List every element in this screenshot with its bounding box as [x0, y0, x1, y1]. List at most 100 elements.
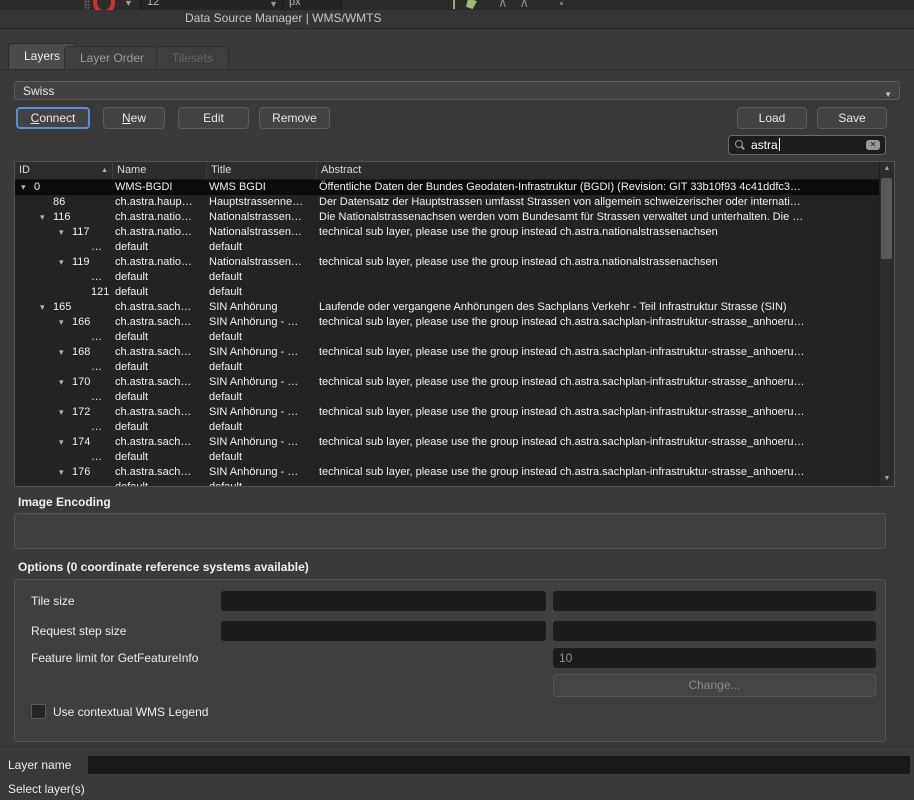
cell-id: ▾ 170	[15, 375, 113, 390]
indent-spacer	[21, 442, 59, 443]
column-header-title[interactable]: Title	[207, 162, 317, 179]
expand-arrow-icon[interactable]: ▾	[59, 225, 72, 240]
expand-arrow-icon[interactable]: ▾	[59, 255, 72, 270]
tile-height-input[interactable]	[553, 591, 876, 611]
table-row[interactable]: ▾ … default default	[15, 240, 879, 255]
layer-search-input[interactable]: astra ✕	[728, 135, 886, 155]
scroll-up-icon[interactable]: ▲	[880, 162, 894, 176]
indent-spacer	[21, 307, 40, 308]
cell-title: Nationalstrassen…	[207, 210, 317, 225]
cell-title: default	[207, 330, 317, 345]
cell-name: default	[113, 480, 207, 486]
search-icon	[735, 140, 743, 148]
cell-id-text: …	[91, 360, 102, 375]
cell-id: ▾ 0	[15, 180, 113, 195]
cell-abstract	[317, 360, 879, 375]
table-row[interactable]: ▾ 170 ch.astra.sach… SIN Anhörung - … te…	[15, 375, 879, 390]
table-row[interactable]: ▾ 116 ch.astra.natio… Nationalstrassen… …	[15, 210, 879, 225]
remove-button[interactable]: Remove	[259, 107, 330, 129]
feature-limit-input[interactable]: 10	[553, 648, 876, 668]
indent-spacer	[21, 202, 40, 203]
connection-profile-value: Swiss	[15, 82, 899, 100]
indent-spacer	[21, 232, 59, 233]
table-scrollbar[interactable]: ▲ ▼	[879, 162, 894, 486]
new-button[interactable]: New	[103, 107, 165, 129]
table-row[interactable]: ▾ … default default	[15, 480, 879, 486]
expand-arrow-icon[interactable]: ▾	[40, 210, 53, 225]
request-step-width-input[interactable]	[221, 621, 546, 641]
table-row[interactable]: ▾ 119 ch.astra.natio… Nationalstrassen… …	[15, 255, 879, 270]
cell-id-text: …	[91, 420, 102, 435]
scrollbar-thumb[interactable]	[881, 178, 892, 259]
cell-id-text: …	[91, 330, 102, 345]
layer-name-input[interactable]	[88, 756, 910, 774]
table-row[interactable]: ▾ … default default	[15, 270, 879, 285]
table-row[interactable]: ▾ … default default	[15, 420, 879, 435]
expand-arrow-icon[interactable]: ▾	[59, 315, 72, 330]
cell-id: ▾ …	[15, 480, 113, 486]
table-row[interactable]: ▾ … default default	[15, 450, 879, 465]
table-row[interactable]: ▾ … default default	[15, 360, 879, 375]
legend-checkbox-row[interactable]: Use contextual WMS Legend	[31, 704, 208, 719]
cell-abstract: Öffentliche Daten der Bundes Geodaten-In…	[317, 180, 879, 195]
edit-button[interactable]: Edit	[178, 107, 249, 129]
cell-title: default	[207, 240, 317, 255]
tab-bar: Layers Layer Order Tilesets	[0, 44, 914, 70]
dialog-titlebar[interactable]: Data Source Manager | WMS/WMTS	[0, 10, 914, 29]
indent-spacer	[21, 352, 59, 353]
connect-button[interactable]: Connect	[16, 107, 90, 129]
change-crs-button[interactable]: Change...	[553, 674, 876, 697]
clear-search-icon[interactable]: ✕	[866, 140, 880, 150]
cell-id-text: 117	[72, 225, 90, 240]
tile-width-input[interactable]	[221, 591, 546, 611]
column-header-id[interactable]: ID ▲	[15, 162, 113, 179]
table-row[interactable]: ▾ 117 ch.astra.natio… Nationalstrassen… …	[15, 225, 879, 240]
table-row[interactable]: ▾ 86 ch.astra.haup… Hauptstrassenne… Der…	[15, 195, 879, 210]
indent-spacer	[21, 247, 78, 248]
table-row[interactable]: ▾ 174 ch.astra.sach… SIN Anhörung - … te…	[15, 435, 879, 450]
table-row[interactable]: ▾ 121 default default	[15, 285, 879, 300]
feature-limit-value: 10	[553, 648, 876, 668]
expand-arrow-icon[interactable]: ▾	[40, 300, 53, 315]
unit-value: px	[289, 0, 301, 8]
scroll-down-icon[interactable]: ▼	[880, 472, 894, 486]
cell-id: ▾ …	[15, 450, 113, 465]
sort-ascending-icon: ▲	[101, 163, 108, 179]
cell-name: default	[113, 360, 207, 375]
legend-checkbox[interactable]	[31, 704, 46, 719]
cell-id-text: …	[91, 480, 102, 486]
text-caret	[779, 138, 780, 151]
tab-layer-order[interactable]: Layer Order	[64, 46, 160, 69]
chevron-down-icon: ▼	[884, 86, 892, 104]
expand-arrow-icon[interactable]: ▾	[59, 435, 72, 450]
column-header-abstract[interactable]: Abstract	[317, 162, 879, 179]
expand-arrow-icon[interactable]: ▾	[59, 405, 72, 420]
column-label: Name	[117, 164, 146, 176]
save-button[interactable]: Save	[817, 107, 887, 129]
table-row[interactable]: ▾ 168 ch.astra.sach… SIN Anhörung - … te…	[15, 345, 879, 360]
cell-title: Nationalstrassen…	[207, 225, 317, 240]
table-row[interactable]: ▾ 166 ch.astra.sach… SIN Anhörung - … te…	[15, 315, 879, 330]
request-step-height-input[interactable]	[553, 621, 876, 641]
expand-arrow-icon[interactable]: ▾	[21, 180, 34, 195]
cell-id-text: 168	[72, 345, 90, 360]
table-row[interactable]: ▾ 172 ch.astra.sach… SIN Anhörung - … te…	[15, 405, 879, 420]
expand-arrow-icon[interactable]: ▾	[59, 375, 72, 390]
table-row[interactable]: ▾ … default default	[15, 390, 879, 405]
indent-spacer	[21, 322, 59, 323]
load-button[interactable]: Load	[737, 107, 807, 129]
expand-arrow-icon[interactable]: ▾	[59, 345, 72, 360]
table-row[interactable]: ▾ 0 WMS-BGDI WMS BGDI Öffentliche Daten …	[15, 180, 879, 195]
cell-id-text: 170	[72, 375, 90, 390]
cell-id-text: 86	[53, 195, 65, 210]
table-row[interactable]: ▾ 165 ch.astra.sach… SIN Anhörung Laufen…	[15, 300, 879, 315]
column-header-name[interactable]: Name	[113, 162, 207, 179]
tile-size-label: Tile size	[31, 594, 75, 608]
expand-arrow-icon[interactable]: ▾	[59, 465, 72, 480]
table-row[interactable]: ▾ … default default	[15, 330, 879, 345]
table-row[interactable]: ▾ 176 ch.astra.sach… SIN Anhörung - … te…	[15, 465, 879, 480]
cell-id: ▾ …	[15, 270, 113, 285]
connection-profile-select[interactable]: Swiss ▼	[14, 81, 900, 100]
layer-name-label: Layer name	[8, 758, 71, 772]
cell-abstract	[317, 270, 879, 285]
